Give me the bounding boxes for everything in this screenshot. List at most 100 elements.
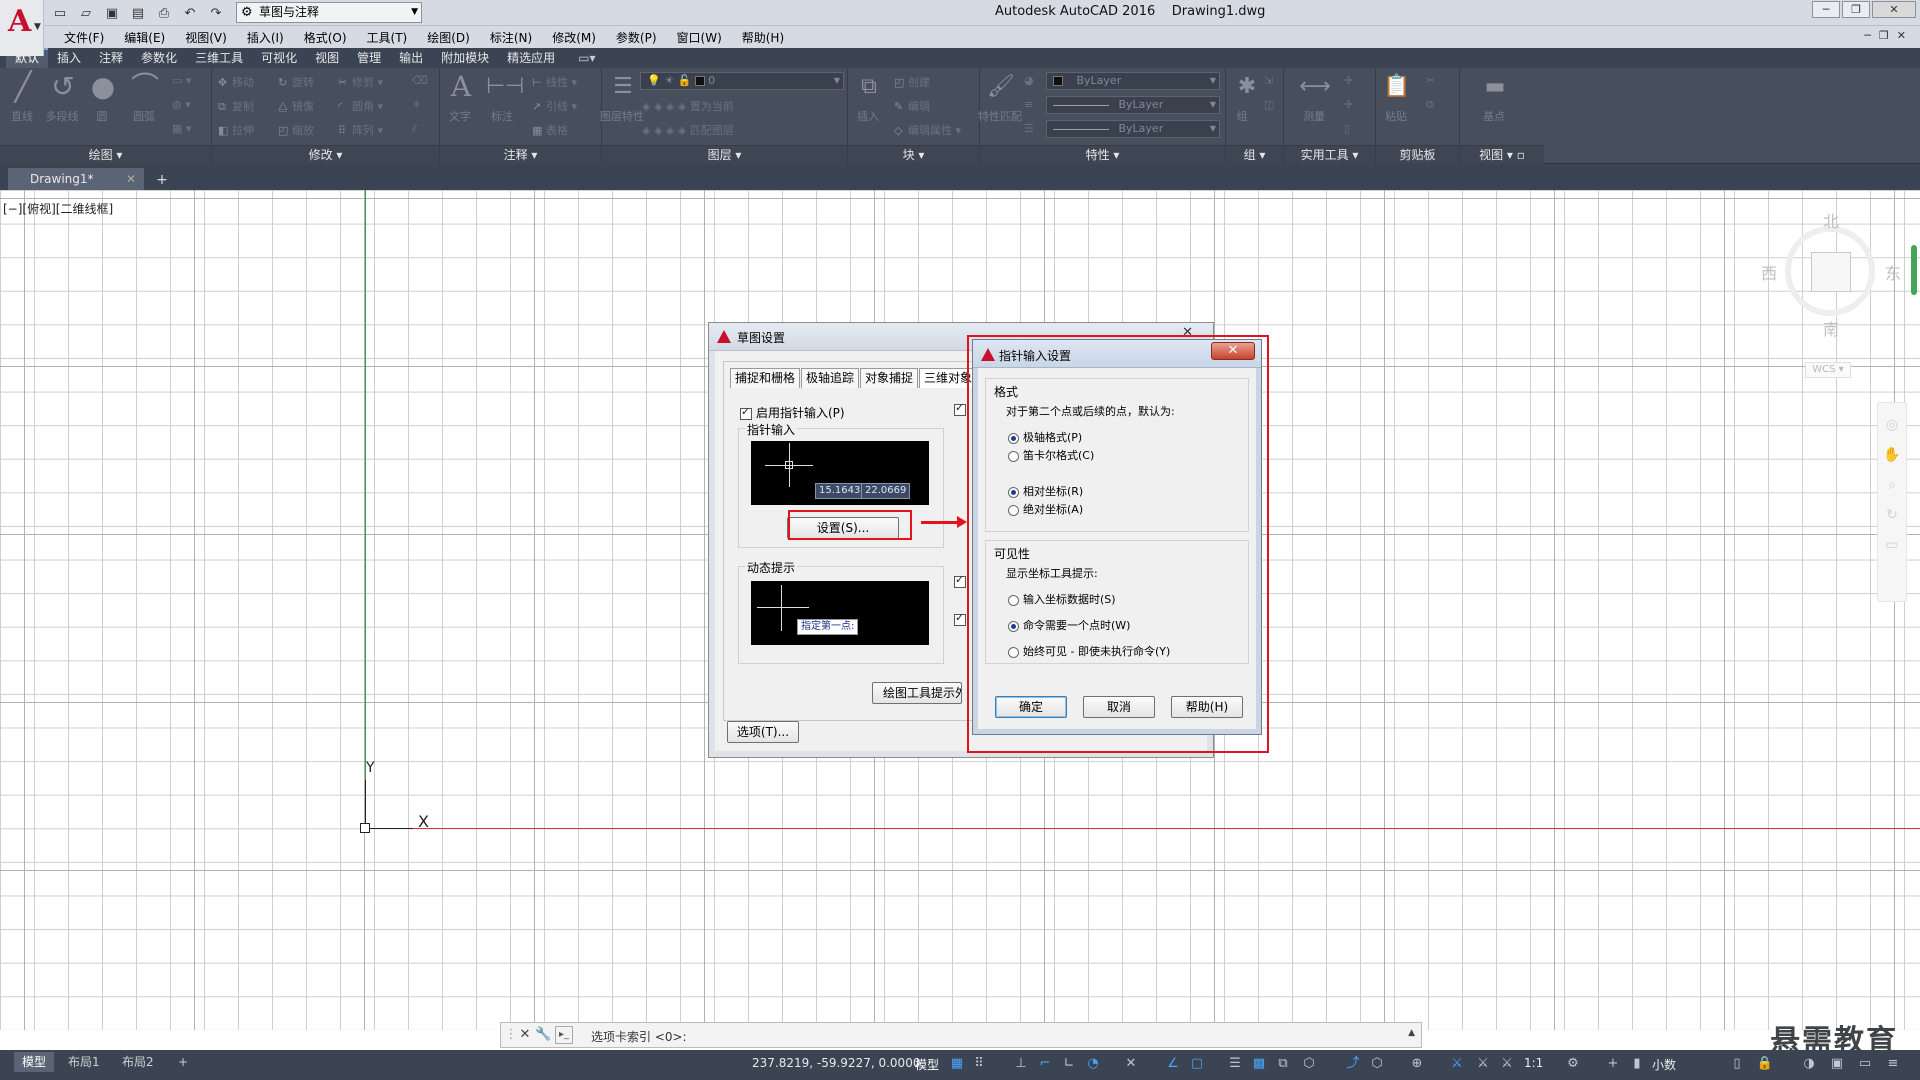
panel-title-clipboard[interactable]: 剪贴板 [1376,145,1459,164]
panel-title-view[interactable]: 视图 ▾ ▫ [1460,145,1544,164]
coordinates-readout[interactable]: 237.8219, -59.9227, 0.0000 [752,1056,920,1070]
menu-insert[interactable]: 插入(I) [237,29,294,46]
tab-annotate[interactable]: 注释 [90,48,132,68]
layout-tab-layout1[interactable]: 布局1 [60,1052,108,1072]
save-as-icon[interactable]: ▤ [128,3,148,23]
linear-dim-tool[interactable]: ⊢ 线性 ▾ [532,74,577,90]
compass-south[interactable]: 南 [1823,316,1839,340]
application-menu-button[interactable]: A ▼ [0,0,44,56]
copy-tool[interactable]: ⧉ 复制 [218,98,254,114]
close-icon[interactable]: ✕ [517,1026,533,1044]
maximize-button[interactable]: ❐ [1842,1,1870,18]
tab-output[interactable]: 输出 [390,48,432,68]
wrench-icon[interactable]: 🔧 [535,1026,551,1044]
panel-title-groups[interactable]: 组 ▾ [1226,145,1283,164]
layer-select[interactable]: 💡 ☀ 🔓 0 ▼ [640,72,844,90]
mirror-tool[interactable]: ⧋ 镜像 [278,98,314,114]
show-on-input-radio[interactable]: 输入坐标数据时(S) [1008,591,1116,607]
lineweight-icon[interactable]: ☰ [1024,122,1034,135]
tab-snap-grid[interactable]: 捕捉和栅格 [730,368,801,388]
units-icon[interactable]: ▮ [1628,1055,1646,1073]
redo-icon[interactable]: ↷ [206,3,226,23]
object-snap-icon[interactable]: ▢ [1188,1055,1206,1073]
help-button[interactable]: 帮助(H) [1171,696,1243,718]
tab-featured-apps[interactable]: 精选应用 [498,48,564,68]
close-window-button[interactable]: ✕ [1872,1,1916,18]
command-input[interactable]: 选项卡索引 <0>: [591,1028,687,1045]
viewport-controls[interactable]: [−][俯视][二维线框] [3,200,113,217]
wcs-menu[interactable]: WCS ▾ [1805,362,1851,378]
quick-properties-icon[interactable]: ▯ [1728,1055,1746,1073]
selection-cycling-icon[interactable]: ⧉ [1274,1055,1292,1073]
zoom-icon[interactable]: ⌕ [1878,477,1906,493]
dimension-icon[interactable]: ⊢⊣ [486,70,524,104]
tab-view[interactable]: 视图 [306,48,348,68]
arc-icon[interactable]: ⌒ [128,70,162,104]
tab-object-snap[interactable]: 对象捕捉 [860,368,919,388]
region-icon[interactable]: ▦ ▾ [172,122,191,135]
print-icon[interactable]: ⎙ [154,3,174,23]
panel-title-annotation[interactable]: 注释 ▾ [440,145,601,164]
hatch-icon[interactable]: ◍ ▾ [172,98,191,111]
menu-edit[interactable]: 编辑(E) [114,29,175,46]
cut-icon[interactable]: ✂ [1426,74,1435,87]
model-space-toggle[interactable]: 模型 [915,1056,939,1073]
rectangle-icon[interactable]: ▭ ▾ [172,74,191,87]
gizmo-icon[interactable]: ⊕ [1408,1055,1426,1073]
infer-constraints-icon[interactable]: ⊥ [1012,1055,1030,1073]
undo-icon[interactable]: ↶ [180,3,200,23]
match-properties-icon[interactable]: 🖌 [984,70,1018,104]
viewcube-top-face[interactable] [1811,252,1851,292]
ortho-mode-icon[interactable]: ∟ [1060,1055,1078,1073]
transparency-icon[interactable]: ▩ [1250,1055,1268,1073]
circle-icon[interactable]: ● [86,70,120,104]
layer-tools-row1[interactable]: ◈ ◈ ◈ ◈ 置为当前 [642,98,734,114]
tab-addins[interactable]: 附加模块 [432,48,498,68]
group-icon[interactable]: ✱ [1230,70,1264,104]
rotate-tool[interactable]: ↻ 旋转 [278,74,314,90]
ungroup-icon[interactable]: ⇲ [1264,74,1273,87]
menu-dimension[interactable]: 标注(N) [480,29,542,46]
orbit-icon[interactable]: ↻ [1878,507,1906,523]
edit-block-tool[interactable]: ✎ 编辑 [894,98,930,114]
object-snap-tracking-icon[interactable]: ∠ [1164,1055,1182,1073]
ribbon-display-toggle[interactable]: ▭▾ [564,51,595,65]
menu-tools[interactable]: 工具(T) [357,29,418,46]
measure-icon[interactable]: ⟷ [1298,70,1332,104]
hardware-acceleration-icon[interactable]: ▣ [1828,1055,1846,1073]
leader-tool[interactable]: ↗ 引线 ▾ [532,98,577,114]
lock-ui-icon[interactable]: 🔒 [1756,1055,1774,1073]
annotation-monitor-icon[interactable]: + [1604,1055,1622,1073]
create-block-tool[interactable]: ◰ 创建 [894,74,930,90]
always-visible-radio[interactable]: 始终可见 - 即使未执行命令(Y) [1008,643,1170,659]
tab-3d-tools[interactable]: 三维工具 [186,48,252,68]
menu-format[interactable]: 格式(O) [294,29,357,46]
panel-title-properties[interactable]: 特性 ▾ [980,145,1225,164]
edit-attributes-tool[interactable]: ◇ 编辑属性 ▾ [894,122,961,138]
panel-title-layers[interactable]: 图层 ▾ [602,145,847,164]
snap-mode-icon[interactable]: ⠿ [970,1055,988,1073]
annotation-scale-icon[interactable]: ⚔ [1498,1055,1516,1073]
open-file-icon[interactable]: ▱ [76,3,96,23]
enable-pointer-checkbox[interactable]: 启用指针输入(P) [740,404,845,421]
showmotion-icon[interactable]: ▭ [1878,537,1906,553]
tab-polar-tracking[interactable]: 极轴追踪 [801,368,860,388]
panel-title-block[interactable]: 块 ▾ [848,145,979,164]
menu-parametric[interactable]: 参数(P) [606,29,667,46]
viewcube[interactable]: 北 南 东 西 [1755,208,1905,368]
quick-select-icon[interactable]: ✛ [1344,98,1353,111]
customization-icon[interactable]: ≡ [1884,1055,1902,1073]
options-button[interactable]: 选项(T)... [727,721,799,743]
move-tool[interactable]: ✥ 移动 [218,74,254,90]
show-on-point-request-radio[interactable]: 命令需要一个点时(W) [1008,617,1130,633]
lineweight-display-icon[interactable]: ☰ [1226,1055,1244,1073]
workspace-switch-icon[interactable]: ⚙ [1564,1055,1582,1073]
isolate-objects-icon[interactable]: ◑ [1800,1055,1818,1073]
menu-window[interactable]: 窗口(W) [667,29,732,46]
steering-wheel-icon[interactable]: ◎ [1878,417,1906,433]
tab-visualize[interactable]: 可视化 [252,48,306,68]
dialog-title-bar[interactable]: 指针输入设置 ✕ [973,340,1261,368]
menu-file[interactable]: 文件(F) [54,29,114,46]
cartesian-format-radio[interactable]: 笛卡尔格式(C) [1008,447,1094,463]
group-edit-icon[interactable]: ◫ [1264,98,1274,111]
